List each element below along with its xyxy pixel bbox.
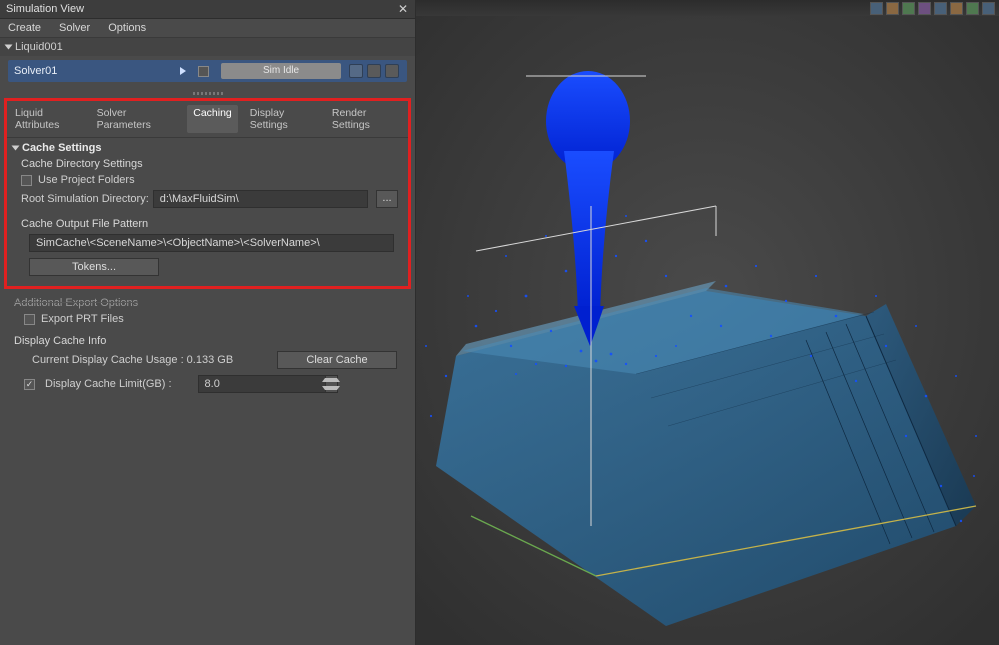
toolbar-icon[interactable]	[966, 2, 979, 15]
toolbar-icon[interactable]	[982, 2, 995, 15]
viewport-canvas[interactable]	[416, 16, 999, 645]
expand-icon[interactable]	[12, 146, 20, 151]
cache-settings-header[interactable]: Cache Settings	[7, 138, 408, 156]
tab-solver-parameters[interactable]: Solver Parameters	[95, 105, 178, 133]
cache-limit-spinner[interactable]: 8.0	[198, 375, 338, 393]
toolbar-icon[interactable]	[918, 2, 931, 15]
additional-export-options: Additional Export Options Export PRT Fil…	[0, 293, 415, 331]
highlight-annotation: Liquid Attributes Solver Parameters Cach…	[4, 98, 411, 289]
panel-titlebar: Simulation View ✕	[0, 0, 415, 19]
reload-icon[interactable]	[349, 64, 363, 78]
solver-name: Solver01	[14, 65, 57, 77]
cache-limit-label: Display Cache Limit(GB) :	[45, 378, 172, 390]
export-prt-checkbox[interactable]	[24, 314, 35, 325]
close-icon[interactable]: ✕	[397, 3, 409, 15]
spinner-up-icon[interactable]	[326, 376, 337, 384]
panel-title-text: Simulation View	[6, 3, 84, 15]
root-sim-dir-input[interactable]	[153, 190, 368, 208]
menu-solver[interactable]: Solver	[59, 22, 90, 34]
cache-pattern-input[interactable]	[29, 234, 394, 252]
tab-render-settings[interactable]: Render Settings	[330, 105, 402, 133]
liquid-name: Liquid001	[15, 41, 63, 53]
panel-splitter[interactable]	[0, 90, 415, 96]
use-project-folders-label: Use Project Folders	[38, 174, 135, 186]
cache-directory-settings-label: Cache Directory Settings	[7, 156, 408, 172]
liquid-node-header[interactable]: Liquid001	[0, 38, 415, 56]
browse-button[interactable]: ...	[376, 190, 398, 208]
additional-export-header: Additional Export Options	[10, 295, 407, 311]
display-cache-info: Display Cache Info Current Display Cache…	[0, 331, 415, 399]
expand-full-icon[interactable]	[385, 64, 399, 78]
cache-pattern-label: Cache Output File Pattern	[7, 210, 408, 232]
toolbar-icon[interactable]	[902, 2, 915, 15]
viewport-toolbar	[416, 0, 999, 16]
clear-cache-button[interactable]: Clear Cache	[277, 351, 397, 369]
export-prt-label: Export PRT Files	[41, 313, 124, 325]
cache-limit-checkbox[interactable]	[24, 379, 35, 390]
menu-create[interactable]: Create	[8, 22, 41, 34]
display-cache-header: Display Cache Info	[10, 333, 407, 349]
solver-checkbox[interactable]	[198, 66, 209, 77]
tab-liquid-attributes[interactable]: Liquid Attributes	[13, 105, 85, 133]
use-project-folders-checkbox[interactable]	[21, 175, 32, 186]
tab-display-settings[interactable]: Display Settings	[248, 105, 320, 133]
tokens-button[interactable]: Tokens...	[29, 258, 159, 276]
tab-caching[interactable]: Caching	[187, 105, 238, 133]
menu-options[interactable]: Options	[108, 22, 146, 34]
spinner-down-icon[interactable]	[326, 384, 337, 392]
viewport[interactable]	[416, 0, 999, 645]
expand-icon[interactable]	[5, 45, 13, 50]
toolbar-icon[interactable]	[886, 2, 899, 15]
play-icon[interactable]	[180, 67, 186, 75]
toolbar-icon[interactable]	[950, 2, 963, 15]
cache-usage-label: Current Display Cache Usage : 0.133 GB	[32, 354, 233, 366]
cache-limit-value: 8.0	[199, 378, 325, 390]
tab-row: Liquid Attributes Solver Parameters Cach…	[7, 101, 408, 138]
root-sim-dir-label: Root Simulation Directory:	[21, 193, 149, 205]
sim-status-pill: Sim Idle	[221, 63, 341, 79]
solver-row[interactable]: Solver01 Sim Idle	[8, 60, 407, 82]
simulation-view-panel: Simulation View ✕ Create Solver Options …	[0, 0, 416, 645]
settings-icon[interactable]	[367, 64, 381, 78]
toolbar-icon[interactable]	[934, 2, 947, 15]
menu-bar: Create Solver Options	[0, 19, 415, 38]
toolbar-icon[interactable]	[870, 2, 883, 15]
